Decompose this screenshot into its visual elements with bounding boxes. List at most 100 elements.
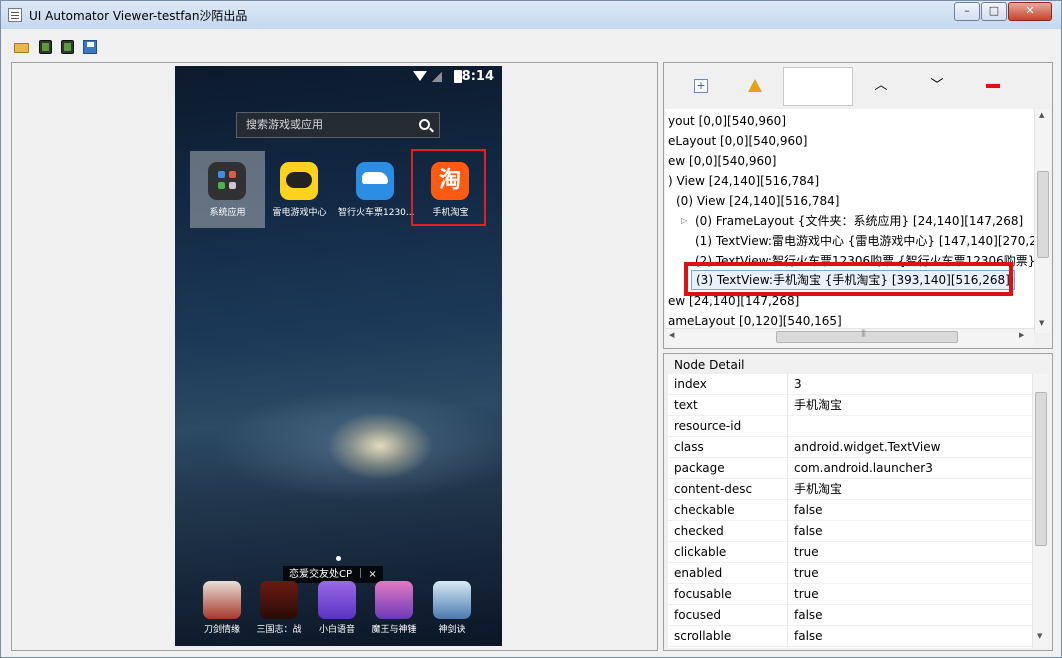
detail-key: scrollable — [674, 626, 788, 647]
hierarchy-pane: + ︿ ﹀ yout [0,0][540,960] eLayout [0,0][… — [663, 62, 1053, 349]
dock-app[interactable]: 魔王与神锤 — [365, 581, 423, 641]
detail-value: false — [794, 608, 823, 622]
node-detail-pane: Node Detail index 3 text 手机淘宝 resource-id … — [663, 353, 1053, 651]
game-icon — [203, 581, 241, 619]
hierarchy-filter-input[interactable] — [783, 67, 853, 106]
hierarchy-tree[interactable]: yout [0,0][540,960] eLayout [0,0][540,96… — [665, 109, 1034, 333]
warning-icon[interactable] — [748, 79, 762, 92]
game-icon — [433, 581, 471, 619]
expand-all-icon[interactable]: + — [694, 79, 708, 93]
detail-row[interactable]: index 3 — [668, 374, 1032, 395]
detail-value: 手机淘宝 — [794, 482, 843, 496]
dock-app[interactable]: 神剑诀 — [423, 581, 481, 641]
detail-row[interactable]: clickable true — [668, 542, 1032, 563]
detail-key: resource-id — [674, 416, 788, 437]
red-minus-icon[interactable] — [986, 84, 1000, 88]
detail-key: focused — [674, 605, 788, 626]
tree-node[interactable]: ew [0,0][540,960] — [668, 151, 776, 171]
scroll-up-icon[interactable]: ▲ — [1039, 111, 1044, 119]
detail-row[interactable]: package com.android.launcher3 — [668, 458, 1032, 479]
minimize-button[interactable]: – — [954, 2, 980, 21]
app-search-bar[interactable]: 搜索游戏或应用 — [236, 112, 440, 138]
hierarchy-vertical-scrollbar[interactable]: ▲ ▼ — [1034, 109, 1050, 333]
tree-node[interactable]: ) View [24,140][516,784] — [668, 171, 819, 191]
status-bar: 8:14 — [175, 66, 502, 88]
main-toolbar — [1, 35, 1061, 59]
app-game-center[interactable]: 雷电游戏中心 — [262, 151, 337, 228]
detail-vertical-scrollbar[interactable]: ▼ — [1032, 374, 1048, 648]
app-label: 系统应用 — [209, 208, 246, 218]
detail-row[interactable]: resource-id — [668, 416, 1032, 437]
tree-node[interactable]: (1) TextView:雷电游戏中心 {雷电游戏中心} [147,140][2… — [695, 231, 1034, 251]
scroll-right-icon[interactable]: ▶ — [1019, 331, 1024, 339]
open-folder-icon[interactable] — [14, 40, 30, 54]
next-node-button[interactable]: ﹀ — [930, 79, 944, 93]
app-label: 智行火车票1230... — [338, 208, 415, 218]
tree-node[interactable]: ▷ (0) FrameLayout {文件夹：系统应用} [24,140][14… — [681, 211, 1023, 231]
detail-row[interactable]: focused false — [668, 605, 1032, 626]
detail-row[interactable]: class android.widget.TextView — [668, 437, 1032, 458]
hierarchy-horizontal-scrollbar[interactable]: ◀ ▶ — [665, 328, 1034, 345]
detail-key: focusable — [674, 584, 788, 605]
dock-app[interactable]: 三国志：战 — [250, 581, 308, 641]
detail-row[interactable]: content-desc 手机淘宝 — [668, 479, 1032, 500]
app-train-ticket[interactable]: 智行火车票1230... — [338, 151, 415, 228]
detail-row[interactable]: scrollable false — [668, 626, 1032, 647]
dock-app[interactable]: 小白语音 — [308, 581, 366, 641]
app-taobao[interactable]: 淘 手机淘宝 — [411, 149, 486, 226]
taobao-icon: 淘 — [431, 162, 469, 200]
detail-value: false — [794, 629, 823, 643]
detail-value: false — [794, 524, 823, 538]
detail-value: 手机淘宝 — [794, 398, 843, 412]
expand-triangle-icon[interactable]: ▷ — [681, 211, 687, 231]
game-icon — [375, 581, 413, 619]
scrollbar-thumb[interactable] — [1037, 171, 1049, 258]
screenshot-pane: 8:14 搜索游戏或应用 系统应用 雷电游戏中心 智行火车票1230... 淘 … — [11, 62, 658, 651]
node-detail-title: Node Detail — [674, 358, 745, 372]
maximize-button[interactable]: □ — [981, 2, 1007, 21]
node-detail-table: index 3 text 手机淘宝 resource-id class android… — [668, 374, 1032, 648]
search-icon — [419, 119, 430, 130]
device-screenshot[interactable]: 8:14 搜索游戏或应用 系统应用 雷电游戏中心 智行火车票1230... 淘 … — [175, 66, 502, 646]
search-placeholder: 搜索游戏或应用 — [246, 118, 323, 131]
save-icon[interactable] — [83, 40, 99, 54]
scroll-down-icon[interactable]: ▼ — [1037, 632, 1042, 640]
scroll-down-icon[interactable]: ▼ — [1039, 319, 1044, 327]
close-button[interactable]: ✕ — [1008, 2, 1052, 21]
detail-key: index — [674, 374, 788, 395]
scrollbar-thumb[interactable] — [1035, 392, 1047, 546]
detail-key: content-desc — [674, 479, 788, 500]
dock-app-label: 魔王与神锤 — [371, 625, 417, 635]
detail-value: com.android.launcher3 — [794, 461, 933, 475]
detail-row[interactable]: text 手机淘宝 — [668, 395, 1032, 416]
game-icon — [260, 581, 298, 619]
voice-app-icon — [318, 581, 356, 619]
device-screenshot-compressed-icon[interactable] — [60, 40, 76, 54]
tree-node[interactable]: yout [0,0][540,960] — [668, 111, 786, 131]
detail-key: checkable — [674, 500, 788, 521]
dock-app[interactable]: 刀剑情缘 — [193, 581, 251, 641]
title-bar: UI Automator Viewer-testfan沙陌出品 – □ ✕ — [1, 1, 1061, 29]
app-window-icon — [8, 8, 22, 22]
detail-row[interactable]: checkable false — [668, 500, 1032, 521]
signal-icon — [432, 71, 442, 82]
tree-node[interactable]: eLayout [0,0][540,960] — [668, 131, 807, 151]
app-window: UI Automator Viewer-testfan沙陌出品 – □ ✕ 8:… — [0, 0, 1062, 658]
previous-node-button[interactable]: ︿ — [874, 79, 888, 93]
detail-value: true — [794, 545, 819, 559]
train-ticket-icon — [356, 162, 394, 200]
detail-row[interactable]: focusable true — [668, 584, 1032, 605]
device-screenshot-icon[interactable] — [38, 40, 54, 54]
highlight-annotation-box — [684, 262, 1013, 296]
detail-row[interactable]: enabled true — [668, 563, 1032, 584]
scrollbar-thumb[interactable] — [776, 329, 958, 343]
dock-app-label: 神剑诀 — [438, 625, 466, 635]
tree-node[interactable]: (0) View [24,140][516,784] — [676, 191, 839, 211]
app-label: 手机淘宝 — [432, 208, 469, 218]
detail-row[interactable]: checked false — [668, 521, 1032, 542]
app-system-folder[interactable]: 系统应用 — [190, 151, 265, 228]
wifi-icon — [413, 71, 427, 81]
scroll-left-icon[interactable]: ◀ — [669, 331, 674, 339]
page-indicator — [336, 556, 341, 561]
hierarchy-toolbar: + ︿ ﹀ — [664, 63, 1052, 109]
